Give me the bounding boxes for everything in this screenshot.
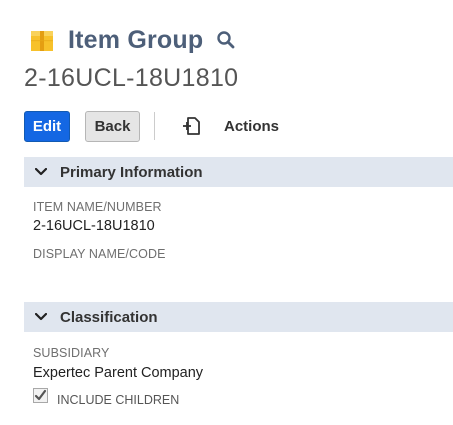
- include-children-label: INCLUDE CHILDREN: [57, 393, 180, 407]
- subsidiary-value: Expertec Parent Company: [33, 365, 204, 381]
- subsidiary-label: SUBSIDIARY: [33, 346, 110, 360]
- page-header: Item Group: [24, 24, 453, 56]
- section-title: Classification: [60, 308, 158, 326]
- toolbar: Edit Back Actions: [24, 110, 279, 142]
- record-name: 2-16UCL-18U1810: [24, 64, 239, 92]
- chevron-down-icon: [34, 310, 48, 324]
- item-group-box-icon: [29, 27, 55, 53]
- actions-label: Actions: [224, 117, 280, 135]
- item-name-label: ITEM NAME/NUMBER: [33, 200, 162, 214]
- actions-doc-icon: [181, 115, 203, 137]
- page-title: Item Group: [68, 25, 204, 54]
- search-icon[interactable]: [215, 29, 237, 51]
- chevron-down-icon: [34, 165, 48, 179]
- toolbar-divider: [154, 112, 155, 140]
- include-children-checkbox[interactable]: [33, 388, 48, 403]
- actions-menu[interactable]: Actions: [181, 115, 279, 137]
- item-name-value: 2-16UCL-18U1810: [33, 218, 155, 234]
- section-primary-information[interactable]: Primary Information: [24, 157, 453, 187]
- check-icon: [34, 389, 47, 401]
- edit-button[interactable]: Edit: [24, 110, 70, 142]
- back-button[interactable]: Back: [85, 110, 140, 142]
- section-classification[interactable]: Classification: [24, 302, 453, 332]
- display-name-label: DISPLAY NAME/CODE: [33, 247, 166, 261]
- section-title: Primary Information: [60, 163, 203, 181]
